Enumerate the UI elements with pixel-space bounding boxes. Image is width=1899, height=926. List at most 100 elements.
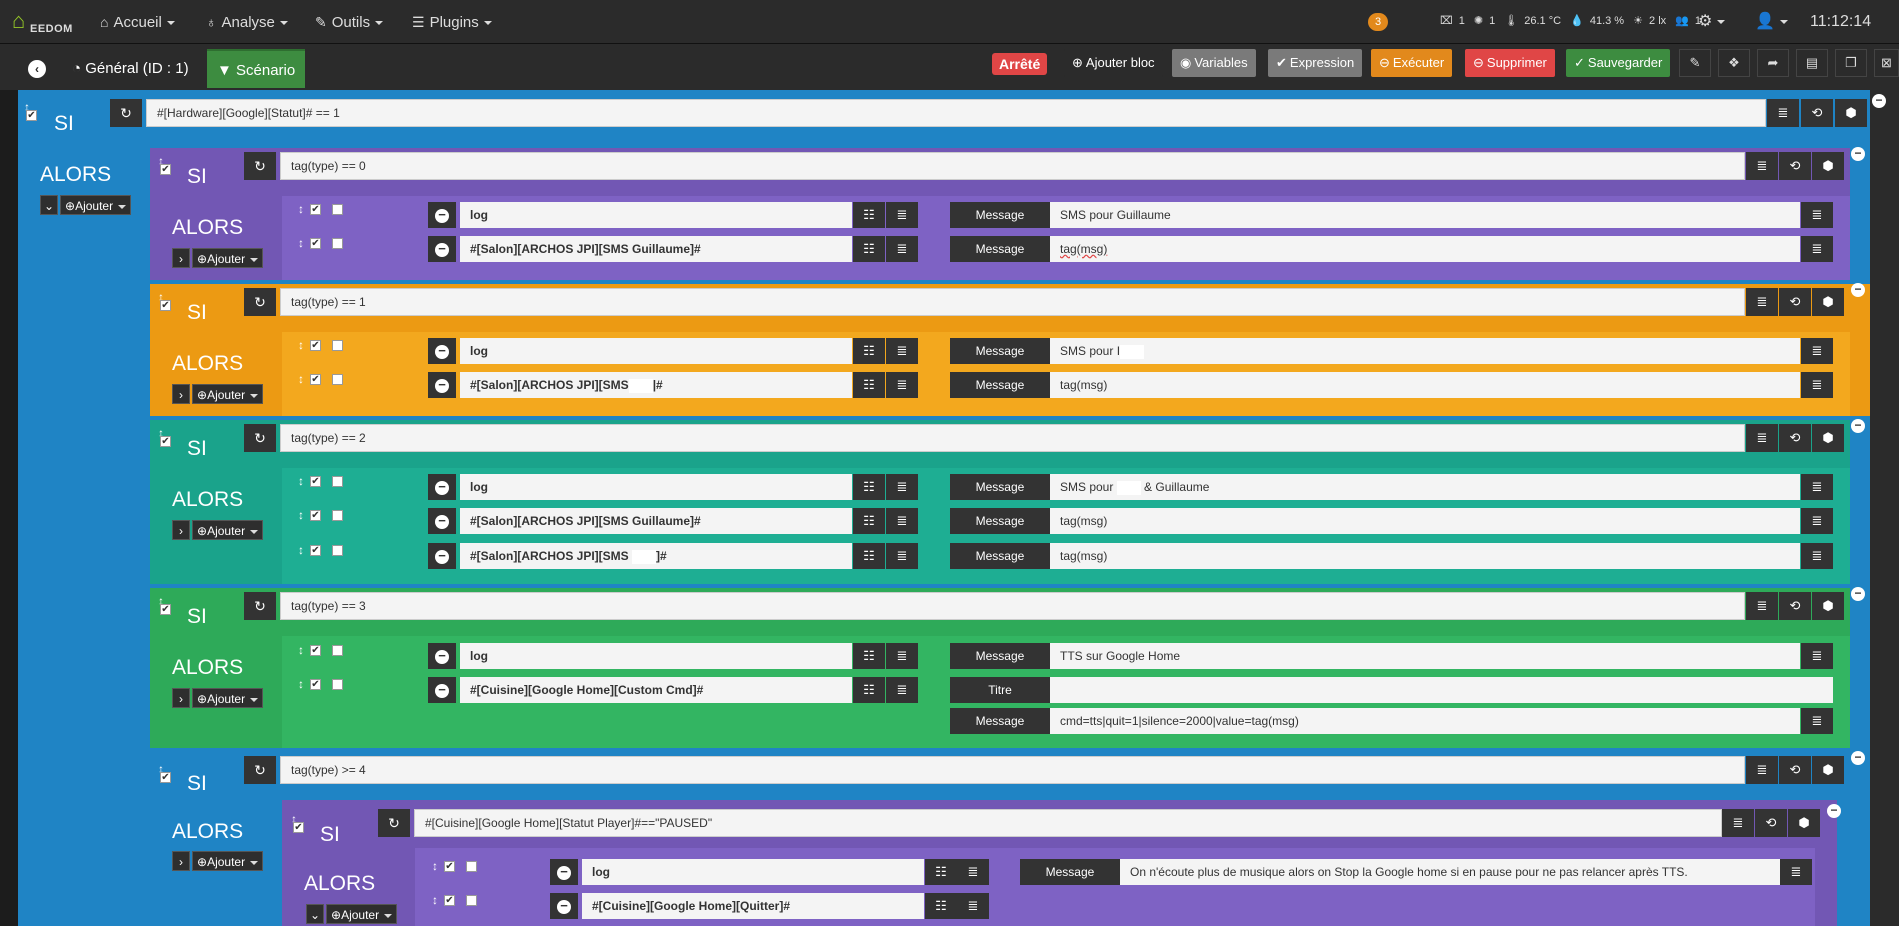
message-input[interactable]: tag(msg): [1050, 543, 1800, 569]
collapse-toggle[interactable]: ↕ ✔: [158, 290, 172, 312]
list-icon[interactable]: ≣: [957, 859, 989, 885]
user-menu-icon[interactable]: 👤: [1755, 0, 1788, 44]
list-icon[interactable]: ≣: [886, 543, 918, 569]
list-check-icon[interactable]: ☷: [853, 474, 885, 500]
remove-action-button[interactable]: −: [428, 543, 456, 569]
list-icon[interactable]: ≣: [886, 677, 918, 703]
drag-handle-icon[interactable]: ↕: [298, 643, 310, 663]
list-check-icon[interactable]: ☷: [853, 236, 885, 262]
action-cmd-input[interactable]: log: [460, 474, 852, 500]
cube-icon[interactable]: ⬢: [1812, 152, 1844, 180]
cube-icon[interactable]: ⬢: [1812, 424, 1844, 452]
copy-icon[interactable]: ❐: [1835, 49, 1867, 77]
enable-checkbox[interactable]: ✔: [444, 895, 455, 906]
enable-checkbox[interactable]: ✔: [310, 645, 321, 656]
root-condition-input[interactable]: #[Hardware][Google][Statut]# == 1: [146, 99, 1766, 127]
remove-block-icon[interactable]: −: [1827, 804, 1841, 818]
list-check-icon[interactable]: ☷: [853, 677, 885, 703]
action-cmd-input[interactable]: #[Salon][ARCHOS JPI][SMS ]#: [460, 543, 852, 569]
edit-icon[interactable]: ✎: [1679, 49, 1711, 77]
enable-checkbox[interactable]: ✔: [310, 510, 321, 521]
refresh-icon[interactable]: ↻: [244, 152, 276, 180]
root-add-button[interactable]: ⌄ ⊕Ajouter: [40, 195, 132, 215]
remove-block-icon[interactable]: −: [1851, 147, 1865, 161]
remove-action-button[interactable]: −: [428, 474, 456, 500]
list-check-icon[interactable]: ☷: [925, 859, 957, 885]
enable-checkbox[interactable]: ✔: [310, 204, 321, 215]
message-input[interactable]: TTS sur Google Home: [1050, 643, 1800, 669]
cube-icon[interactable]: ⬢: [1812, 756, 1844, 784]
parallel-checkbox[interactable]: [332, 374, 343, 385]
list-check-icon[interactable]: ☷: [853, 338, 885, 364]
list-icon[interactable]: ≣: [1746, 756, 1778, 784]
message-input[interactable]: cmd=tts|quit=1|silence=2000|value=tag(ms…: [1050, 708, 1800, 734]
remove-block-icon[interactable]: −: [1851, 587, 1865, 601]
message-input[interactable]: SMS pour & Guillaume: [1050, 474, 1800, 500]
message-input[interactable]: tag(msg): [1050, 236, 1800, 262]
list-icon[interactable]: ≣: [1746, 152, 1778, 180]
history-icon[interactable]: ⟲: [1755, 809, 1787, 837]
enable-checkbox[interactable]: ✔: [444, 861, 455, 872]
enable-checkbox[interactable]: ✔: [310, 238, 321, 249]
add-button[interactable]: › ⊕Ajouter: [172, 851, 264, 871]
add-button[interactable]: ⌄ ⊕Ajouter: [306, 904, 398, 924]
message-input[interactable]: On n'écoute plus de musique alors on Sto…: [1120, 859, 1780, 885]
list-icon[interactable]: ≣: [1767, 99, 1799, 127]
tab-general[interactable]: ◔ Général (ID : 1): [62, 49, 199, 88]
list-icon[interactable]: ≣: [1801, 202, 1833, 228]
history-icon[interactable]: ⟲: [1779, 592, 1811, 620]
add-button[interactable]: › ⊕Ajouter: [172, 384, 264, 404]
drag-handle-icon[interactable]: ↕: [298, 338, 310, 358]
document-icon[interactable]: ▤: [1796, 49, 1828, 77]
collapse-toggle[interactable]: ↕ ✔: [158, 426, 172, 448]
list-icon[interactable]: ≣: [886, 236, 918, 262]
global-summary[interactable]: ⌧ 1 ✺ 1 🌡 26.1 °C 💧 41.3 % ☀ 2 lx 👥 1: [1440, 0, 1707, 44]
action-cmd-input[interactable]: log: [582, 859, 924, 885]
cube-icon[interactable]: ⬢: [1835, 99, 1867, 127]
list-check-icon[interactable]: ☷: [853, 508, 885, 534]
parallel-checkbox[interactable]: [332, 545, 343, 556]
list-check-icon[interactable]: ☷: [925, 893, 957, 919]
refresh-icon[interactable]: ↻: [244, 288, 276, 316]
list-check-icon[interactable]: ☷: [853, 372, 885, 398]
list-icon[interactable]: ≣: [886, 338, 918, 364]
cube-icon[interactable]: ⬢: [1812, 592, 1844, 620]
enable-checkbox[interactable]: ✔: [310, 340, 321, 351]
drag-handle-icon[interactable]: ↕: [432, 859, 444, 879]
parallel-checkbox[interactable]: [332, 645, 343, 656]
add-button[interactable]: › ⊕Ajouter: [172, 688, 264, 708]
list-icon[interactable]: ≣: [1746, 288, 1778, 316]
action-cmd-input[interactable]: log: [460, 643, 852, 669]
refresh-icon[interactable]: ↻: [378, 809, 410, 837]
cube-icon[interactable]: ⬢: [1788, 809, 1820, 837]
refresh-icon[interactable]: ↻: [244, 592, 276, 620]
remove-action-button[interactable]: −: [428, 643, 456, 669]
condition-input[interactable]: tag(type) == 0: [280, 152, 1745, 180]
nested-condition-input[interactable]: #[Cuisine][Google Home][Statut Player]#=…: [414, 809, 1722, 837]
nav-plugins[interactable]: ☰ Plugins: [412, 0, 492, 44]
expression-button[interactable]: ✔ Expression: [1268, 49, 1363, 77]
add-block-button[interactable]: ⊕ Ajouter bloc: [1064, 49, 1163, 77]
add-button[interactable]: › ⊕Ajouter: [172, 248, 264, 268]
drag-handle-icon[interactable]: ↕: [298, 677, 310, 697]
condition-input[interactable]: tag(type) == 3: [280, 592, 1745, 620]
nav-analyse[interactable]: ♁ Analyse: [206, 0, 288, 44]
action-cmd-input[interactable]: #[Salon][ARCHOS JPI][SMS |#: [460, 372, 852, 398]
action-cmd-input[interactable]: log: [460, 202, 852, 228]
template-icon[interactable]: ⊠: [1874, 49, 1899, 77]
history-icon[interactable]: ⟲: [1779, 424, 1811, 452]
parallel-checkbox[interactable]: [332, 476, 343, 487]
remove-action-button[interactable]: −: [428, 677, 456, 703]
remove-action-button[interactable]: −: [428, 202, 456, 228]
parallel-checkbox[interactable]: [332, 238, 343, 249]
history-icon[interactable]: ⟲: [1801, 99, 1833, 127]
drag-handle-icon[interactable]: ↕: [432, 893, 444, 913]
share-icon[interactable]: ➦: [1757, 49, 1789, 77]
nav-outils[interactable]: ✎ Outils: [315, 0, 384, 44]
parallel-checkbox[interactable]: [466, 861, 477, 872]
remove-action-button[interactable]: −: [428, 236, 456, 262]
drag-handle-icon[interactable]: ↕: [298, 236, 310, 256]
condition-input[interactable]: tag(type) == 2: [280, 424, 1745, 452]
list-icon[interactable]: ≣: [1780, 859, 1812, 885]
list-icon[interactable]: ≣: [886, 372, 918, 398]
